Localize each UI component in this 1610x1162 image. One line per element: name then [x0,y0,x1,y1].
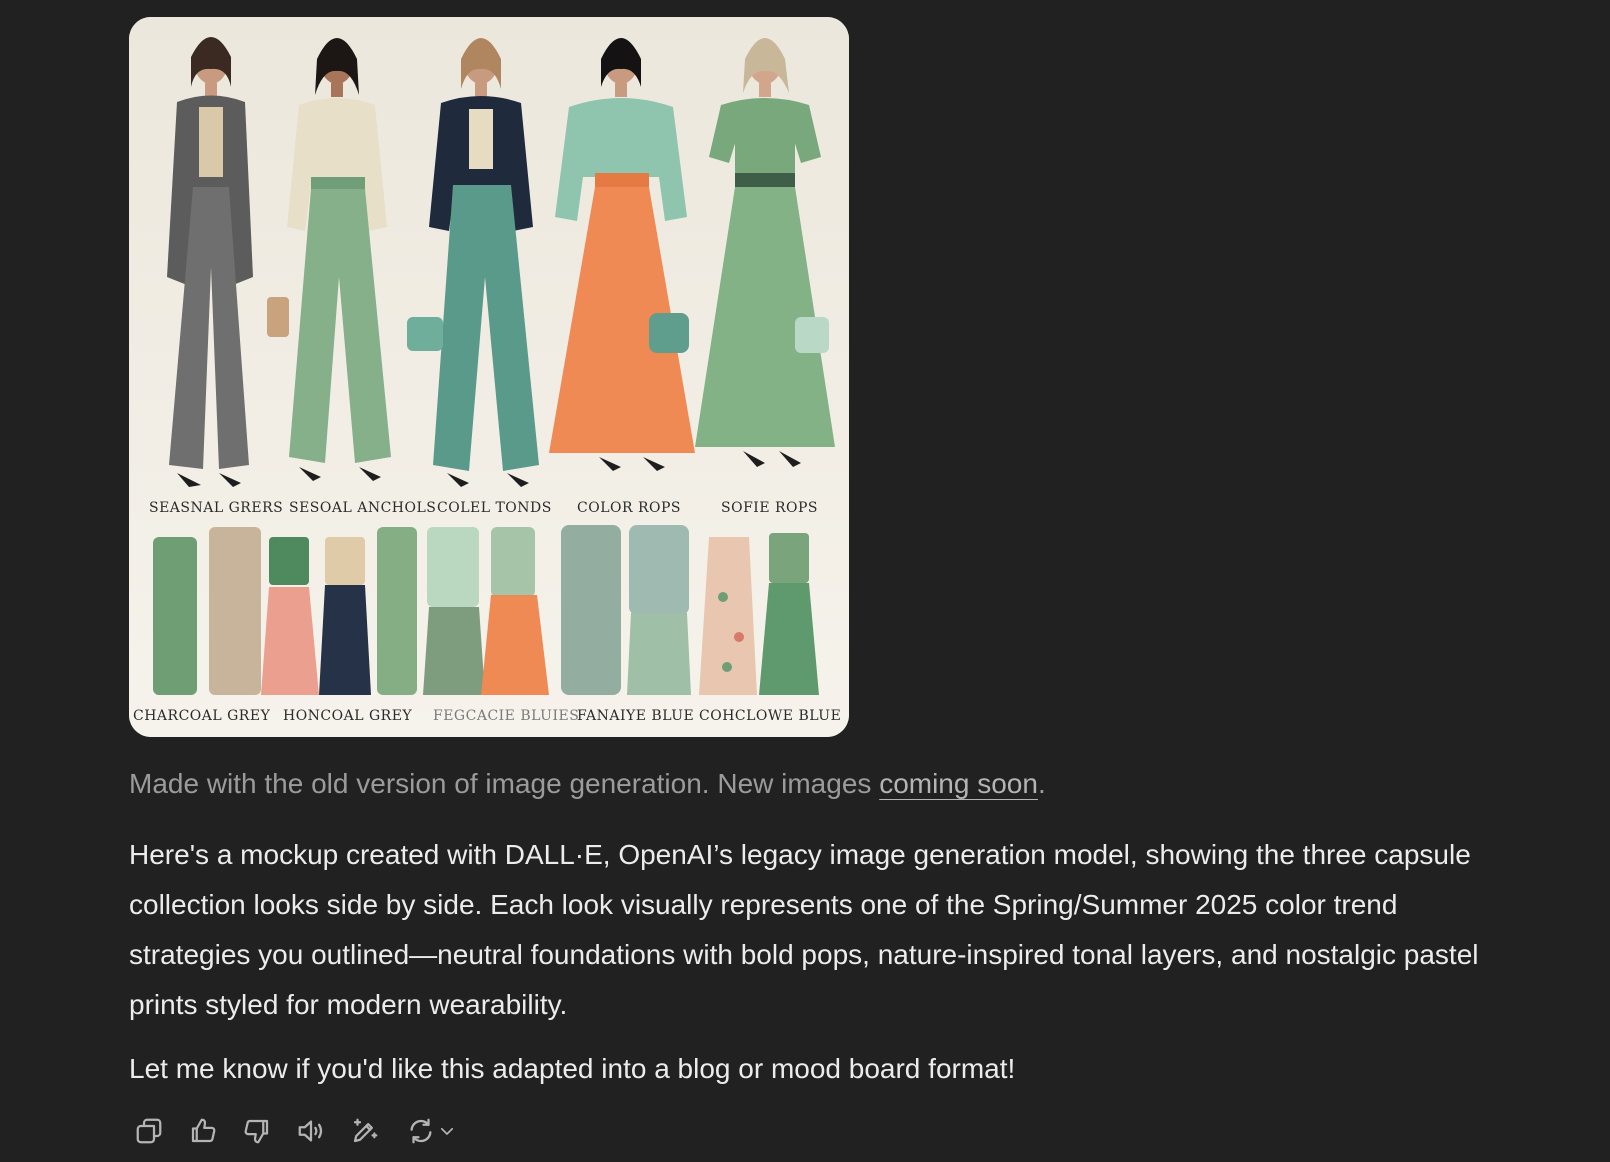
edit-button[interactable] [345,1111,385,1151]
regenerate-icon [410,1118,432,1144]
caption-end: . [1037,768,1046,799]
message-actions [129,1111,477,1151]
thumbs-up-icon [191,1118,216,1143]
like-button[interactable] [183,1111,223,1151]
top-label-2: SESOAL ANCHOLS [289,500,436,516]
assistant-message: SEASNAL GRERS SESOAL ANCHOLS COLEL TONDS… [129,17,1509,1094]
response-paragraph-1: Here's a mockup created with DALL·E, Ope… [129,839,1479,1020]
fashion-illustration: SEASNAL GRERS SESOAL ANCHOLS COLEL TONDS… [129,17,849,737]
generated-image[interactable]: SEASNAL GRERS SESOAL ANCHOLS COLEL TONDS… [129,17,849,737]
dislike-button[interactable] [237,1111,277,1151]
coming-soon-link[interactable]: coming soon [879,768,1038,799]
response-paragraph-2: Let me know if you'd like this adapted i… [129,1053,1016,1084]
copy-button[interactable] [129,1111,169,1151]
image-caption: Made with the old version of image gener… [129,766,1509,802]
chevron-down-icon [440,1127,454,1135]
caption-text: Made with the old version of image gener… [129,768,880,799]
bottom-label-2: HONCOAL GREY [283,708,412,724]
top-label-3: COLEL TONDS [437,500,552,516]
bottom-label-1: CHARCOAL GREY [133,708,271,724]
speaker-icon [298,1120,323,1142]
top-label-4: COLOR ROPS [577,500,681,516]
top-label-1: SEASNAL GRERS [149,500,283,516]
bottom-label-3: FEGCACIE BLUIES [433,708,579,724]
regenerate-button[interactable] [399,1111,463,1151]
top-label-5: SOFIE ROPS [721,500,818,516]
thumbs-down-icon [244,1119,269,1144]
bottom-label-5: COHCLOWE BLUE [699,708,841,724]
response-text: Here's a mockup created with DALL·E, Ope… [129,830,1509,1094]
read-aloud-button[interactable] [291,1111,331,1151]
bottom-label-4: FANAIYE BLUE [577,708,694,724]
edit-icon [353,1118,378,1143]
copy-icon [136,1118,162,1144]
